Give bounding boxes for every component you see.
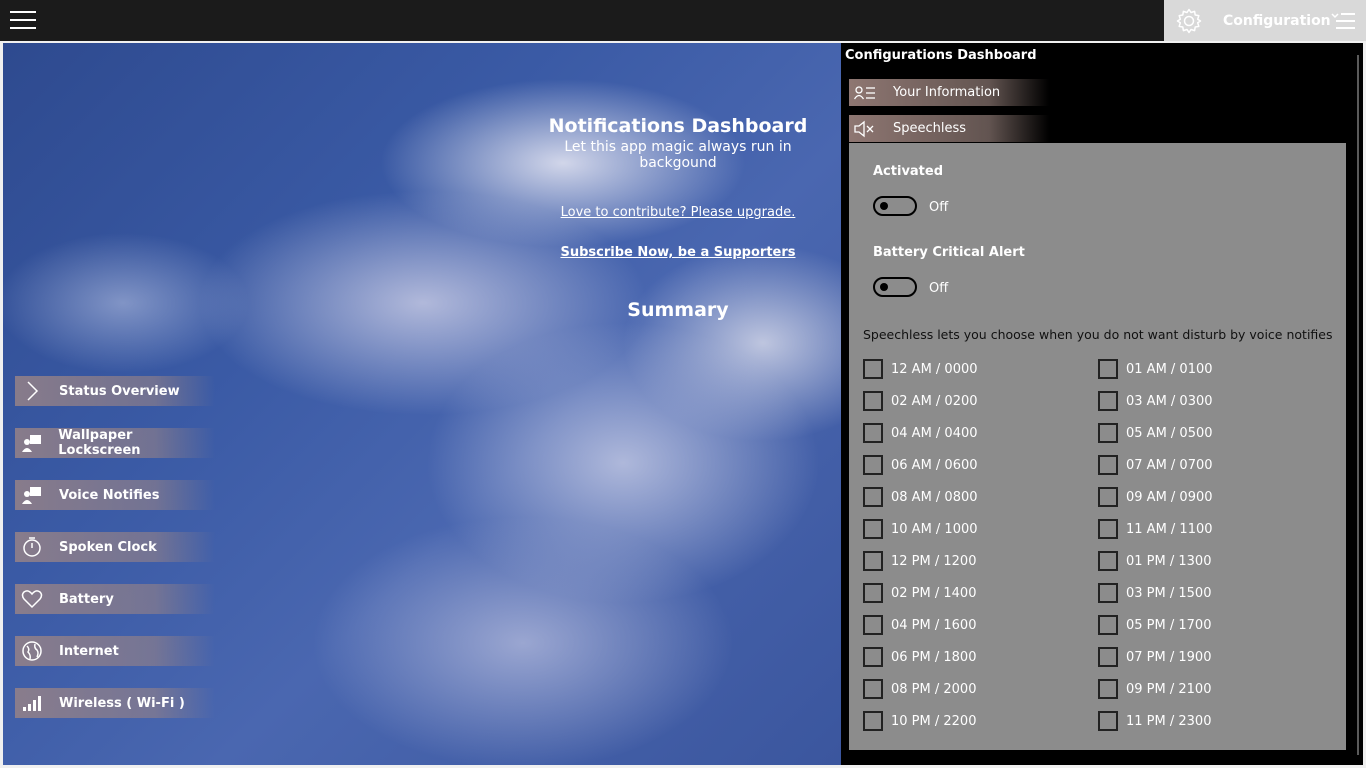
tab-label: Your Information: [893, 85, 1001, 100]
configuration-button[interactable]: Configuration: [1164, 0, 1366, 41]
battery-alert-state: Off: [929, 281, 949, 296]
tab-your-information[interactable]: Your Information: [849, 79, 1049, 106]
chevron-right-icon: [18, 377, 46, 405]
nav-item-label: Internet: [59, 643, 119, 659]
nav-item-label: Status Overview: [59, 383, 180, 399]
hour-checkbox[interactable]: 11 AM / 1100: [1098, 519, 1333, 539]
gear-icon: [1176, 8, 1202, 33]
hour-checkbox[interactable]: 09 AM / 0900: [1098, 487, 1333, 507]
battery-alert-label: Battery Critical Alert: [873, 245, 1025, 260]
hour-checkbox[interactable]: 07 PM / 1900: [1098, 647, 1333, 667]
hour-checkbox[interactable]: 09 PM / 2100: [1098, 679, 1333, 699]
hour-checkbox[interactable]: 12 PM / 1200: [863, 551, 1098, 571]
mute-icon: [852, 118, 878, 140]
hour-checkbox[interactable]: 10 PM / 2200: [863, 711, 1098, 731]
hour-checkbox[interactable]: 05 PM / 1700: [1098, 615, 1333, 635]
battery-alert-toggle[interactable]: [873, 277, 917, 297]
notifications-header: Notifications Dashboard Let this app mag…: [528, 115, 828, 260]
stopwatch-icon: [18, 533, 46, 561]
tab-speechless[interactable]: Speechless: [849, 115, 1049, 142]
hour-checkbox-grid: 12 AM / 0000 01 AM / 0100 02 AM / 0200 0…: [863, 359, 1343, 731]
picture-person-icon: [18, 429, 45, 457]
nav-item-wallpaper-lockscreen[interactable]: Wallpaper Lockscreen: [15, 428, 215, 458]
panel-title: Configurations Dashboard: [845, 48, 1037, 63]
hour-checkbox[interactable]: 02 PM / 1400: [863, 583, 1098, 603]
summary-heading: Summary: [627, 299, 729, 321]
tab-label: Speechless: [893, 121, 967, 136]
activated-label: Activated: [873, 164, 944, 179]
list-menu-icon: [1331, 13, 1355, 29]
hamburger-menu-button[interactable]: [10, 11, 40, 31]
nav-item-spoken-clock[interactable]: Spoken Clock: [15, 532, 215, 562]
hour-checkbox[interactable]: 07 AM / 0700: [1098, 455, 1333, 475]
sky-wallpaper-area: Notifications Dashboard Let this app mag…: [3, 43, 841, 765]
nav-item-label: Voice Notifies: [59, 487, 160, 503]
configurations-panel: Configurations Dashboard Your Informatio…: [841, 43, 1363, 765]
nav-item-label: Battery: [59, 591, 114, 607]
hour-checkbox[interactable]: 03 AM / 0300: [1098, 391, 1333, 411]
heart-icon: [18, 585, 46, 613]
hour-checkbox[interactable]: 01 PM / 1300: [1098, 551, 1333, 571]
hour-checkbox[interactable]: 10 AM / 1000: [863, 519, 1098, 539]
hour-checkbox[interactable]: 05 AM / 0500: [1098, 423, 1333, 443]
hour-checkbox[interactable]: 12 AM / 0000: [863, 359, 1098, 379]
left-nav: Status Overview Wallpaper Lockscreen Voi…: [15, 376, 215, 740]
contact-card-icon: [852, 82, 878, 104]
hour-checkbox[interactable]: 03 PM / 1500: [1098, 583, 1333, 603]
hour-checkbox[interactable]: 06 PM / 1800: [863, 647, 1098, 667]
hour-checkbox[interactable]: 02 AM / 0200: [863, 391, 1098, 411]
notifications-title: Notifications Dashboard: [548, 115, 808, 137]
top-app-bar: Configuration: [0, 0, 1366, 41]
hour-checkbox[interactable]: 01 AM / 0100: [1098, 359, 1333, 379]
nav-item-wireless[interactable]: Wireless ( Wi-Fi ): [15, 688, 215, 718]
hour-checkbox[interactable]: 11 PM / 2300: [1098, 711, 1333, 731]
nav-item-label: Wireless ( Wi-Fi ): [59, 695, 185, 711]
hour-checkbox[interactable]: 08 PM / 2000: [863, 679, 1098, 699]
nav-item-battery[interactable]: Battery: [15, 584, 215, 614]
subscribe-link[interactable]: Subscribe Now, be a Supporters: [528, 245, 828, 260]
nav-item-voice-notifies[interactable]: Voice Notifies: [15, 480, 215, 510]
hour-checkbox[interactable]: 04 PM / 1600: [863, 615, 1098, 635]
nav-item-status-overview[interactable]: Status Overview: [15, 376, 215, 406]
nav-item-label: Wallpaper Lockscreen: [58, 428, 141, 458]
hour-checkbox[interactable]: 06 AM / 0600: [863, 455, 1098, 475]
speechless-description: Speechless lets you choose when you do n…: [863, 327, 1333, 342]
nav-item-label: Spoken Clock: [59, 539, 157, 555]
activated-toggle[interactable]: [873, 196, 917, 216]
hour-checkbox[interactable]: 08 AM / 0800: [863, 487, 1098, 507]
nav-item-internet[interactable]: Internet: [15, 636, 215, 666]
panel-scrollbar[interactable]: [1355, 55, 1361, 755]
contribute-link[interactable]: Love to contribute? Please upgrade.: [528, 205, 828, 220]
hour-checkbox[interactable]: 04 AM / 0400: [863, 423, 1098, 443]
configuration-label: Configuration: [1223, 12, 1331, 29]
notifications-subtitle: Let this app magic always run in backgou…: [564, 139, 792, 171]
activated-state: Off: [929, 200, 949, 215]
speechless-settings: Activated Off Battery Critical Alert Off…: [849, 143, 1346, 750]
globe-icon: [18, 637, 46, 665]
picture-person-icon: [18, 481, 46, 509]
signal-bars-icon: [18, 689, 46, 717]
